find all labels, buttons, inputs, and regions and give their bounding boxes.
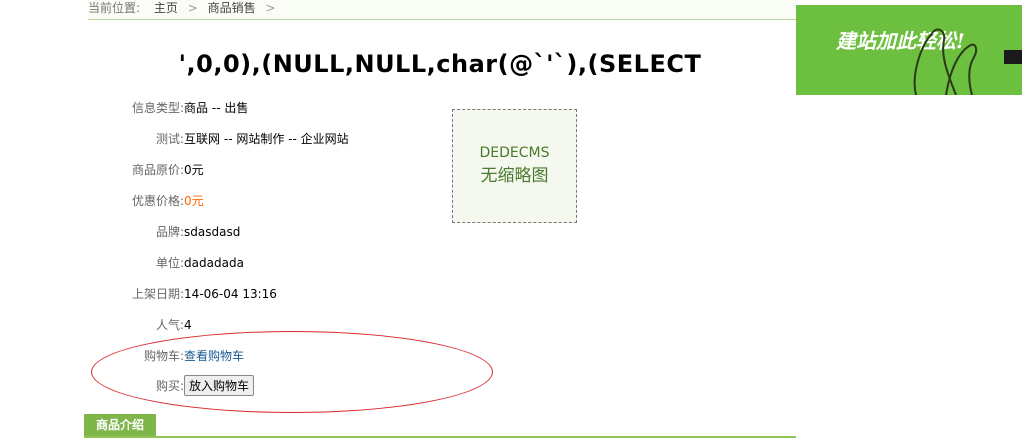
discount-price-value: 0元 [184, 194, 204, 208]
page-title: ',0,0),(NULL,NULL,char(@`'`),(SELECT [178, 50, 702, 78]
annotation-ellipse [91, 331, 493, 413]
tab-product-intro[interactable]: 商品介绍 [84, 414, 157, 436]
detail-value: 互联网 -- 网站制作 -- 企业网站 [184, 132, 349, 146]
detail-value: sdasdasd [184, 225, 241, 239]
breadcrumb-separator: > [187, 1, 198, 15]
detail-value: 商品 -- 出售 [184, 101, 249, 115]
detail-row-discount-price: 优惠价格:0元 [90, 191, 204, 211]
detail-row-original-price: 商品原价:0元 [90, 160, 204, 180]
detail-key: 人气 [155, 318, 180, 332]
detail-key: 信息类型 [131, 101, 180, 115]
detail-key: 优惠价格 [131, 194, 180, 208]
thumbnail-brand-text: DEDECMS [479, 145, 550, 161]
breadcrumb: 当前位置: 主页 > 商品销售 > [88, 0, 796, 20]
thumbnail-no-image-text: 无缩略图 [480, 166, 549, 186]
detail-key: 单位 [155, 256, 180, 270]
section-header: 商品介绍 [84, 414, 796, 438]
detail-row-test: 测试:互联网 -- 网站制作 -- 企业网站 [90, 129, 349, 149]
detail-value: 4 [184, 318, 192, 332]
detail-key: 上架日期 [131, 287, 180, 301]
detail-value: dadadada [184, 256, 244, 270]
detail-key: 商品原价 [131, 163, 180, 177]
detail-row-info-type: 信息类型:商品 -- 出售 [90, 98, 248, 118]
detail-row-popularity: 人气:4 [90, 315, 192, 335]
breadcrumb-category-link[interactable]: 商品销售 [208, 0, 256, 16]
detail-row-brand: 品牌:sdasdasd [90, 222, 240, 242]
detail-value: 14-06-04 13:16 [184, 287, 277, 301]
detail-key: 测试 [155, 132, 180, 146]
detail-value: 0元 [184, 163, 204, 177]
detail-row-listed-date: 上架日期:14-06-04 13:16 [90, 284, 277, 304]
ad-banner[interactable]: 建站加此轻松! [796, 5, 1022, 95]
detail-key: 品牌 [155, 225, 180, 239]
breadcrumb-separator: > [265, 1, 276, 15]
detail-row-unit: 单位:dadadada [90, 253, 244, 273]
breadcrumb-prefix: 当前位置: [88, 1, 141, 15]
product-thumbnail-placeholder: DEDECMS 无缩略图 [452, 109, 577, 223]
breadcrumb-home-link[interactable]: 主页 [154, 0, 178, 16]
banner-illustration-icon [913, 28, 1022, 95]
